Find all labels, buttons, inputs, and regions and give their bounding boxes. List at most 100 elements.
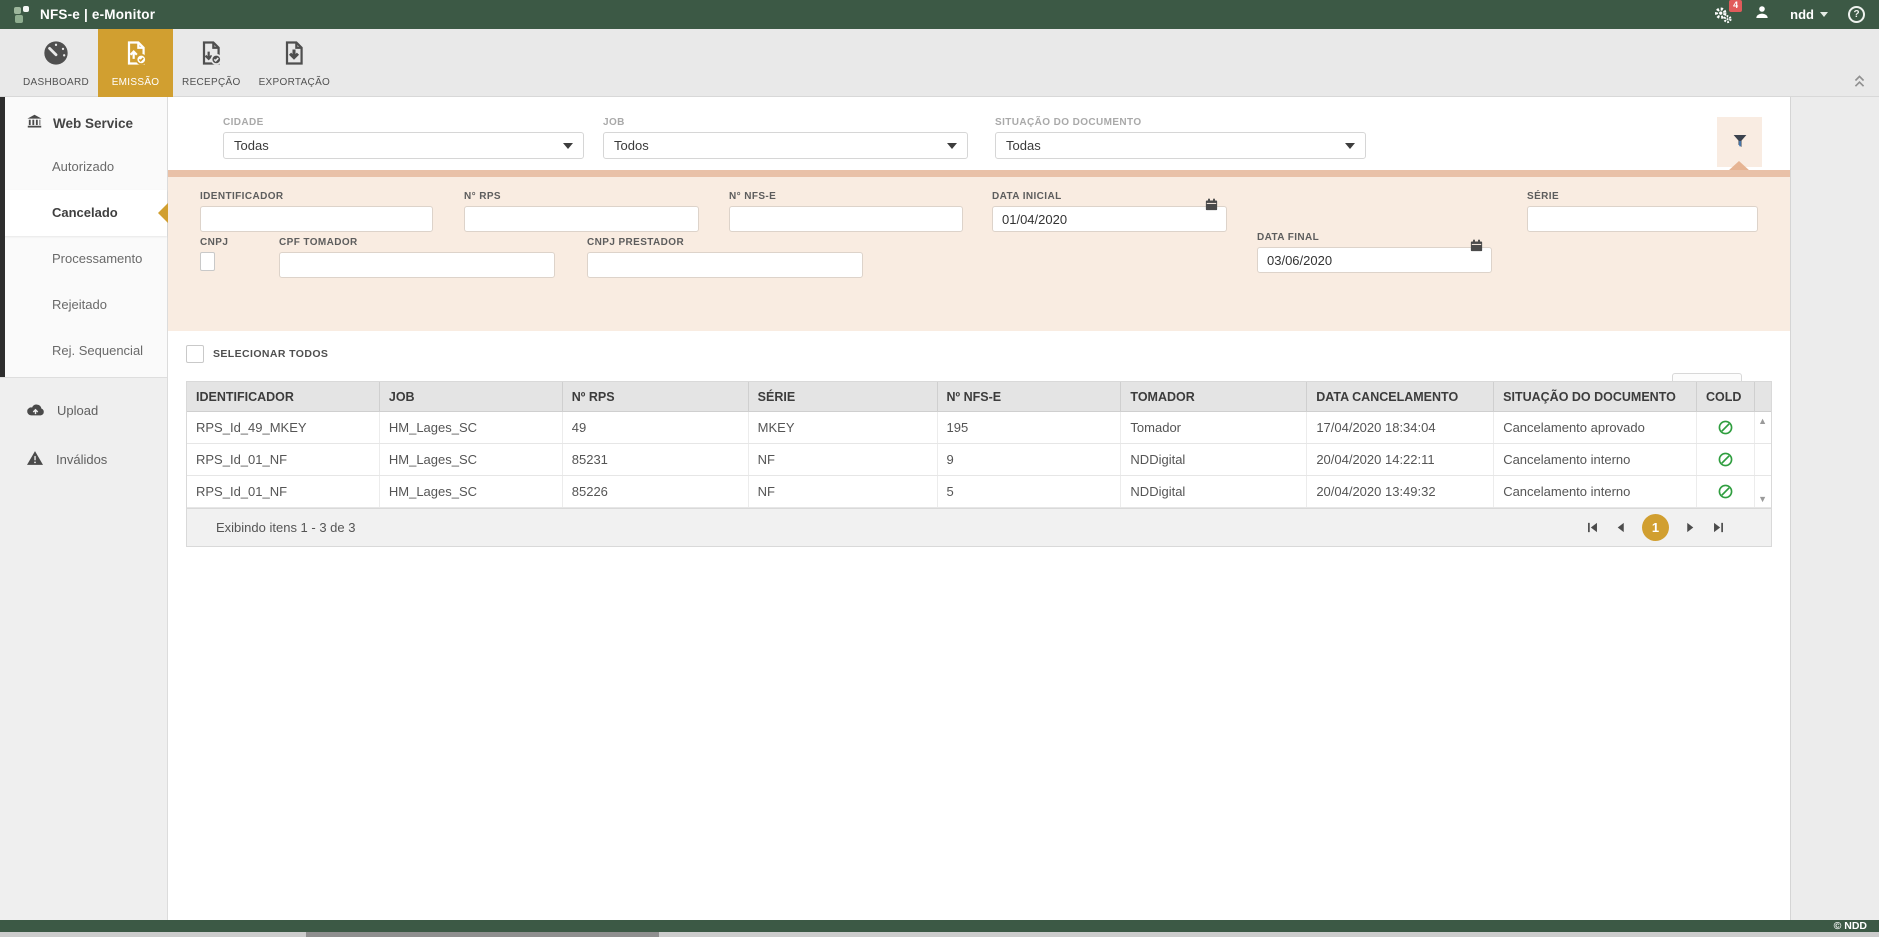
double-chevron-up-icon[interactable] [1852, 74, 1867, 92]
bottom-bar: © NDD [0, 920, 1879, 932]
filter-toggle-button[interactable] [1717, 117, 1762, 167]
user-icon[interactable] [1754, 4, 1770, 25]
cidade-value: Todas [234, 138, 269, 153]
notification-badge: 4 [1729, 0, 1742, 12]
next-page-button[interactable] [1684, 521, 1697, 534]
tab-emissao[interactable]: EMISSÃO [98, 29, 173, 97]
job-select[interactable]: Todos [603, 132, 968, 159]
settings-button[interactable]: 4 [1712, 5, 1734, 25]
table-row[interactable]: RPS_Id_01_NFHM_Lages_SC85231NF9NDDigital… [187, 444, 1771, 476]
app-logo [14, 6, 31, 23]
select-all-checkbox[interactable] [186, 345, 204, 363]
cell: NDDigital [1120, 476, 1306, 507]
document-down-check-icon [197, 39, 225, 72]
n-nfse-label: N° NFS-E [729, 191, 963, 202]
cidade-select[interactable]: Todas [223, 132, 584, 159]
tab-dashboard[interactable]: DASHBOARD [14, 29, 98, 97]
situacao-value: Todas [1006, 138, 1041, 153]
pagination: 1 [1586, 514, 1725, 541]
situacao-label: SITUAÇÃO DO DOCUMENTO [995, 117, 1366, 128]
cell: 5 [937, 476, 1121, 507]
table-footer: Exibindo itens 1 - 3 de 3 1 [187, 508, 1771, 546]
tab-label: DASHBOARD [23, 77, 89, 88]
caret-down-icon [1820, 12, 1828, 17]
table-row[interactable]: RPS_Id_01_NFHM_Lages_SC85226NF5NDDigital… [187, 476, 1771, 508]
help-icon[interactable]: ? [1848, 6, 1865, 23]
tab-label: EMISSÃO [112, 77, 160, 88]
data-final-input[interactable] [1257, 247, 1492, 273]
user-menu[interactable]: ndd [1790, 7, 1828, 22]
cnpj-label: CNPJ [200, 237, 228, 248]
data-inicial-input[interactable] [992, 206, 1227, 232]
calendar-icon[interactable] [1469, 238, 1484, 253]
sidebar-item-cancelado[interactable]: Cancelado [0, 190, 167, 236]
cancel-slash-icon[interactable] [1696, 412, 1754, 443]
cpf-tomador-input[interactable] [279, 252, 555, 278]
n-nfse-input[interactable] [729, 206, 963, 232]
tab-exportacao[interactable]: EXPORTAÇÃO [250, 29, 340, 97]
sidebar-item-rej-sequencial[interactable]: Rej. Sequencial [0, 328, 167, 374]
column-header-7[interactable]: DATA CANCELAMENTO [1306, 382, 1493, 411]
previous-page-button[interactable] [1614, 521, 1627, 534]
sidebar-item-label: Inválidos [56, 452, 107, 467]
cnpj-checkbox[interactable] [200, 252, 215, 271]
last-page-button[interactable] [1712, 521, 1725, 534]
cell: HM_Lages_SC [379, 412, 562, 443]
cell: Cancelamento interno [1493, 476, 1696, 507]
cell: 9 [937, 444, 1121, 475]
sidebar-scrollbar[interactable] [0, 97, 5, 377]
n-rps-input[interactable] [464, 206, 699, 232]
warning-triangle-icon [26, 450, 44, 469]
cpf-tomador-label: CPF TOMADOR [279, 237, 555, 248]
column-header-9[interactable]: COLD [1696, 382, 1754, 411]
scroll-down-icon[interactable]: ▼ [1758, 494, 1767, 504]
column-header-4[interactable]: SÉRIE [748, 382, 937, 411]
panel-top-strip [168, 170, 1790, 177]
cancel-slash-icon[interactable] [1696, 476, 1754, 507]
scroll-up-icon[interactable]: ▲ [1758, 416, 1767, 426]
cloud-upload-icon [26, 401, 45, 420]
job-value: Todos [614, 138, 649, 153]
items-count-text: Exibindo itens 1 - 3 de 3 [187, 520, 355, 535]
cidade-label: CIDADE [223, 117, 584, 128]
n-rps-label: N° RPS [464, 191, 699, 202]
horizontal-scrollbar-thumb[interactable] [306, 932, 659, 937]
sidebar-item-autorizado[interactable]: Autorizado [0, 144, 167, 190]
caret-down-icon [563, 143, 573, 149]
table-body: RPS_Id_49_MKEYHM_Lages_SC49MKEY195Tomado… [187, 412, 1771, 508]
column-header-5[interactable]: Nº NFS-E [937, 382, 1121, 411]
table-row[interactable]: RPS_Id_49_MKEYHM_Lages_SC49MKEY195Tomado… [187, 412, 1771, 444]
sidebar-item-rejeitado[interactable]: Rejeitado [0, 282, 167, 328]
cancel-slash-icon[interactable] [1696, 444, 1754, 475]
caret-down-icon [1345, 143, 1355, 149]
copyright-text: © NDD [1834, 920, 1867, 932]
calendar-icon[interactable] [1204, 197, 1219, 212]
cell: Cancelamento aprovado [1493, 412, 1696, 443]
column-header-3[interactable]: Nº RPS [562, 382, 748, 411]
sidebar-bottom-section: Upload Inválidos [0, 378, 167, 920]
tab-recepcao[interactable]: RECEPÇÃO [173, 29, 250, 97]
header-scroll-cell [1754, 382, 1771, 411]
sidebar-webservice-section: Web Service Autorizado Cancelado Process… [0, 97, 167, 377]
app-title: NFS-e | e-Monitor [40, 7, 155, 22]
cell: 85226 [562, 476, 748, 507]
column-header-8[interactable]: SITUAÇÃO DO DOCUMENTO [1493, 382, 1696, 411]
first-page-button[interactable] [1586, 521, 1599, 534]
cnpj-prestador-input[interactable] [587, 252, 863, 278]
column-header-2[interactable]: JOB [379, 382, 562, 411]
column-header-1[interactable]: IDENTIFICADOR [187, 382, 379, 411]
serie-input[interactable] [1527, 206, 1758, 232]
horizontal-scrollbar[interactable] [0, 932, 1879, 937]
cnpj-prestador-label: CNPJ PRESTADOR [587, 237, 863, 248]
sidebar-item-invalidos[interactable]: Inválidos [0, 435, 167, 484]
column-header-6[interactable]: TOMADOR [1120, 382, 1306, 411]
cell: RPS_Id_49_MKEY [187, 412, 379, 443]
serie-label: SÉRIE [1527, 191, 1758, 202]
identificador-input[interactable] [200, 206, 433, 232]
cell: HM_Lages_SC [379, 476, 562, 507]
sidebar-item-processamento[interactable]: Processamento [0, 236, 167, 282]
sidebar-item-upload[interactable]: Upload [0, 386, 167, 435]
situacao-select[interactable]: Todas [995, 132, 1366, 159]
cell: Tomador [1120, 412, 1306, 443]
current-page-button[interactable]: 1 [1642, 514, 1669, 541]
